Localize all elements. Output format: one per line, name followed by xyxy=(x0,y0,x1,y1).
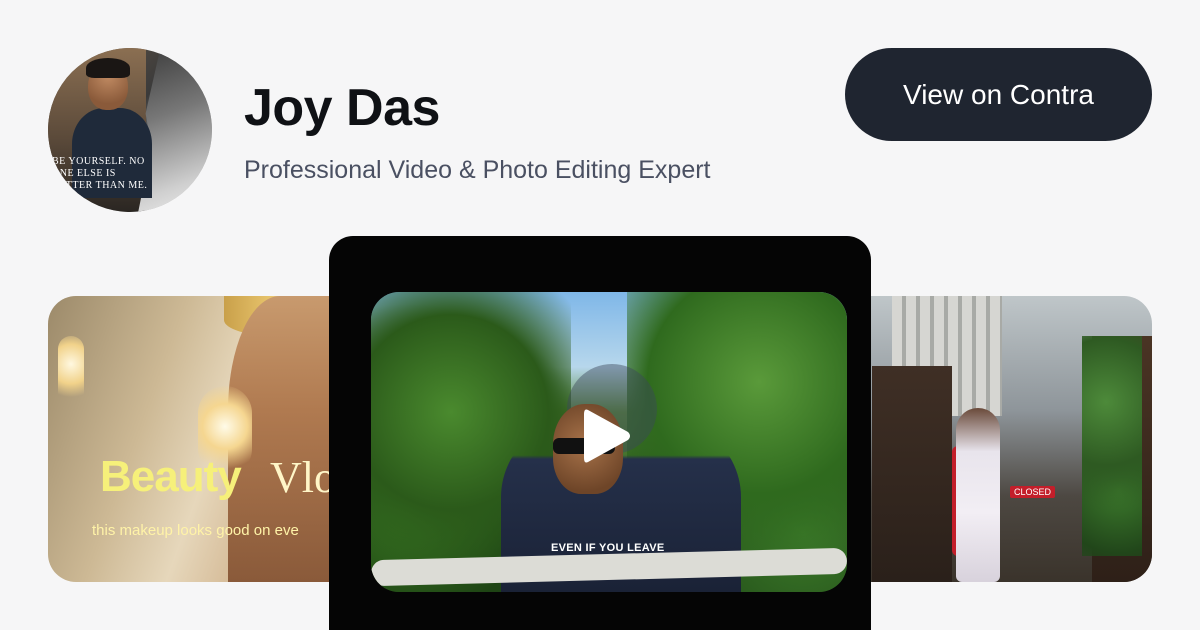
video-caption: EVEN IF YOU LEAVE xyxy=(551,542,665,554)
thumb-subtitle: this makeup looks good on eve xyxy=(92,522,299,539)
candle-light xyxy=(58,336,84,406)
profile-name: Joy Das xyxy=(244,79,440,137)
profile-tagline: Professional Video & Photo Editing Exper… xyxy=(244,156,711,184)
woman-figure xyxy=(956,408,1000,582)
avatar-quote: BE YOURSELF. NO ONE ELSE IS BETTER THAN … xyxy=(52,156,148,191)
avatar-hair xyxy=(86,58,130,78)
view-on-contra-button[interactable]: View on Contra xyxy=(845,48,1152,141)
play-button[interactable] xyxy=(578,404,634,468)
plants xyxy=(1082,336,1142,556)
closed-sign: CLOSED xyxy=(1010,486,1056,498)
gallery-thumb-beauty-vlog[interactable]: Beauty Vlo this makeup looks good on eve xyxy=(48,296,348,582)
gallery-thumb-street-portrait[interactable]: CLOSED xyxy=(852,296,1152,582)
gate-left xyxy=(872,366,952,582)
play-icon xyxy=(584,409,630,463)
thumb-title-bold: Beauty xyxy=(100,452,242,501)
thumb-title-serif: Vlo xyxy=(270,453,336,502)
avatar: BE YOURSELF. NO ONE ELSE IS BETTER THAN … xyxy=(48,48,212,212)
